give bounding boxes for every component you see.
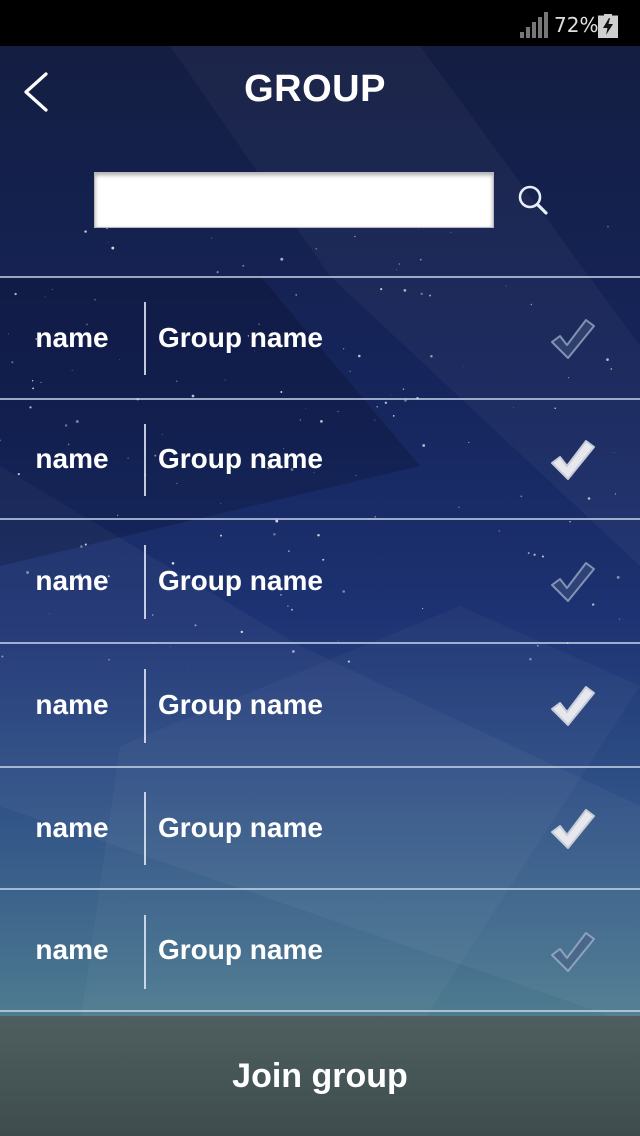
checkmark-unchecked-icon[interactable] [544,557,598,607]
star [84,230,87,233]
member-name-label: name [35,934,109,965]
star [216,270,219,274]
member-name-label: name [35,322,109,353]
group-list: name Group name name Group name name Group na… [0,276,640,1012]
group-row[interactable]: name Group name [0,766,640,888]
star [280,257,284,261]
page-title: GROUP [244,68,386,110]
checkmark-checked-icon[interactable] [544,804,598,854]
group-row[interactable]: name Group name [0,398,640,518]
group-name-label: Group name [158,689,323,720]
star [107,242,109,243]
star [242,264,245,267]
member-name-label: name [35,689,109,720]
row-divider [144,302,146,375]
group-name-label: Group name [158,812,323,843]
group-name-label: Group name [158,322,323,353]
header: GROUP [0,46,640,136]
star [354,235,356,238]
star [396,269,397,271]
star [418,229,420,230]
checkmark-checked-icon[interactable] [544,681,598,731]
checkmark-unchecked-icon[interactable] [544,927,598,977]
star [607,226,609,228]
row-divider [144,669,146,743]
group-name-label: Group name [158,443,323,474]
app-screen: GROUP name Group name name Group name name Gr… [0,46,640,1136]
search-icon[interactable] [514,182,552,220]
member-name-label: name [35,565,109,596]
checkmark-checked-icon[interactable] [544,435,598,485]
checkmark-unchecked-icon[interactable] [544,314,598,364]
search-input[interactable] [94,172,494,228]
status-bar: 72% [0,0,640,46]
member-name-label: name [35,812,109,843]
star [398,263,401,265]
group-row[interactable]: name Group name [0,888,640,1012]
group-name-label: Group name [158,565,323,596]
battery-charging-icon [598,14,618,38]
signal-bars-icon [520,12,548,38]
battery-percent: 72% [554,13,599,37]
group-name-label: Group name [158,934,323,965]
row-divider [144,915,146,989]
star [111,246,115,250]
member-name-label: name [35,443,109,474]
star [419,258,422,261]
join-group-button[interactable]: Join group [0,1016,640,1136]
row-divider [144,545,146,619]
row-divider [144,424,146,496]
group-row[interactable]: name Group name [0,642,640,766]
star [450,231,452,233]
group-row[interactable]: name Group name [0,276,640,398]
row-divider [144,792,146,865]
star [211,237,212,239]
group-row[interactable]: name Group name [0,518,640,642]
star [315,248,317,250]
